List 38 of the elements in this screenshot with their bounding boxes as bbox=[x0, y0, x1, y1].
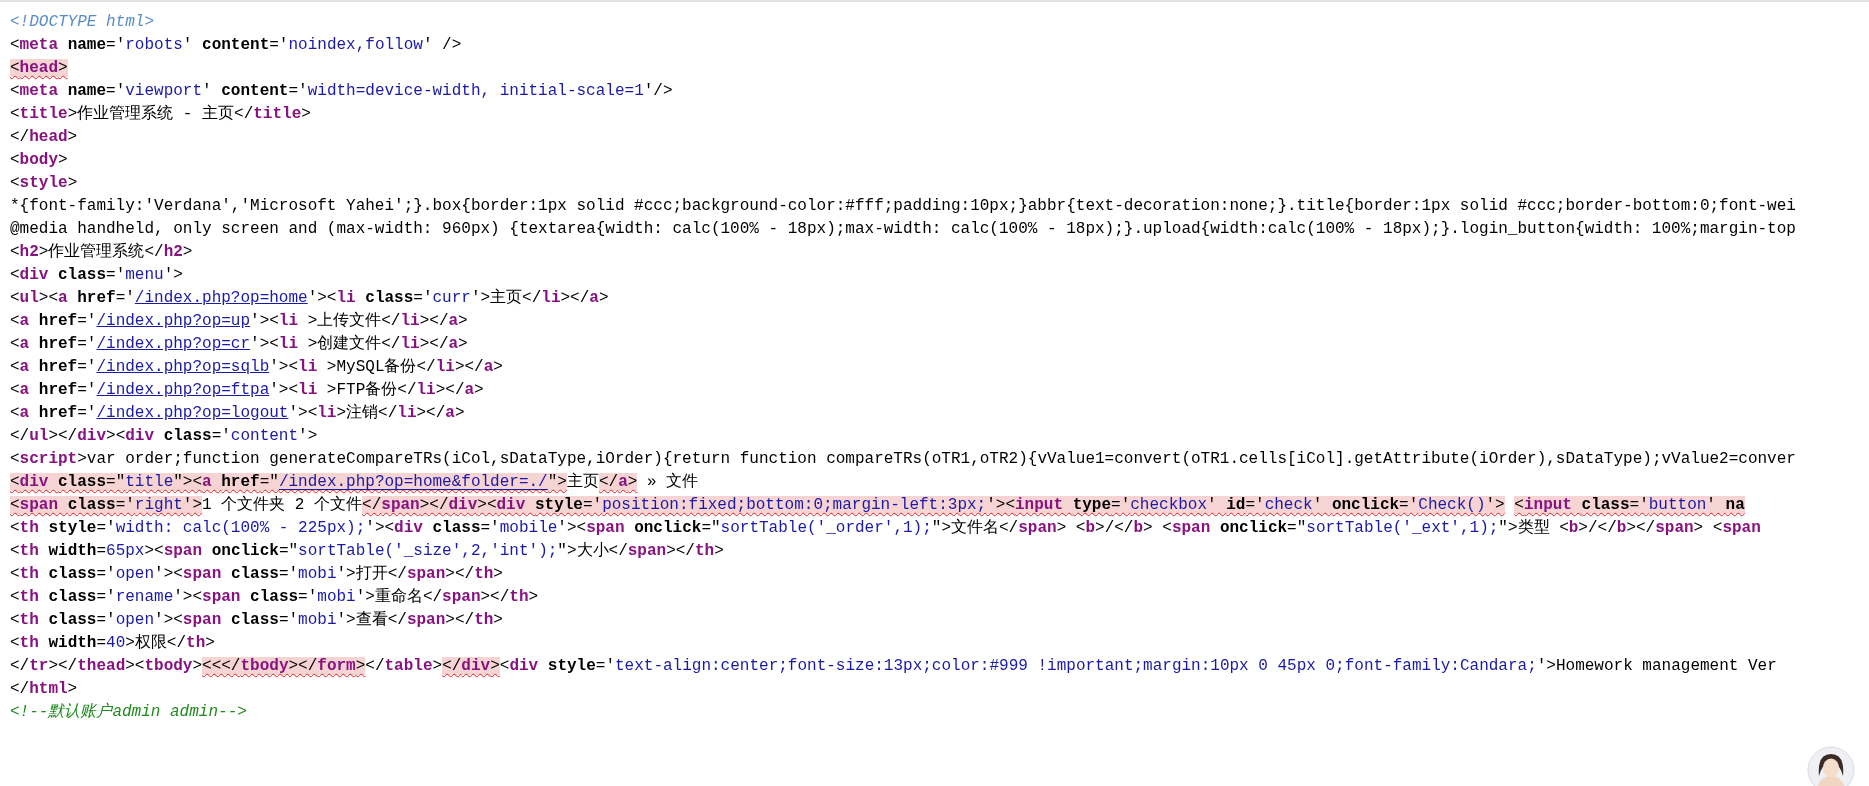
source-line: <meta name='viewport' content='width=device-width, initial-scale=1'/> bbox=[10, 81, 673, 102]
source-line: <th width=65px><span onclick="sortTable('_size',2,'int');">大小</span></th> bbox=[10, 541, 724, 562]
source-link[interactable]: /index.php?op=up bbox=[96, 312, 251, 330]
source-line: <body> bbox=[10, 150, 68, 171]
source-line: </head> bbox=[10, 127, 78, 148]
source-line: <!DOCTYPE html> bbox=[10, 12, 155, 33]
source-line: <th class='open'><span class='mobi'>查看</span></th> bbox=[10, 610, 503, 631]
source-line: </ul></div><div class='content'> bbox=[10, 426, 318, 447]
source-link[interactable]: /index.php?op=logout bbox=[96, 404, 289, 422]
source-line: <div class='menu'> bbox=[10, 265, 183, 286]
source-line: <title>作业管理系统 - 主页</title> bbox=[10, 103, 311, 125]
source-line: </html> bbox=[10, 679, 78, 700]
source-line: @media handheld, only screen and (max-width: 960px) {textarea{width: calc(100% - 18px);max-width: calc(100% - 18px);}.upload{width:calc(100% - 18px);}.login_button{width: 100%;margin-top bbox=[10, 219, 1796, 240]
source-line: </tr></thead><tbody><<</tbody></form></table></div><div style='text-align:center;font-size:13px;color:#999 !important;margin:10px 0 45px 0;font-family:Candara;'>Homework management Ver bbox=[10, 656, 1777, 677]
source-line: <a href='/index.php?op=sqlb'><li >MySQL备份</li></a> bbox=[10, 357, 503, 378]
source-line: <span class='right'>1 个文件夹 2 个文件</span></div><div style='position:fixed;bottom:0;margin-left:3px;'><input type='checkbox' id='check' onclick='Check()'> <input class='button' na bbox=[10, 494, 1745, 516]
source-line: <th class='rename'><span class='mobi'>重命名</span></th> bbox=[10, 587, 539, 608]
source-line: <a href='/index.php?op=ftpa'><li >FTP备份</li></a> bbox=[10, 380, 484, 401]
source-link[interactable]: /index.php?op=sqlb bbox=[96, 358, 270, 376]
source-line: <th width=40>权限</th> bbox=[10, 633, 215, 654]
avatar-icon[interactable] bbox=[1807, 746, 1855, 786]
source-line: <th class='open'><span class='mobi'>打开</span></th> bbox=[10, 564, 503, 585]
source-line: <h2>作业管理系统</h2> bbox=[10, 241, 193, 263]
source-line: <script>var order;function generateCompareTRs(iCol,sDataType,iOrder){return function compareTRs(oTR1,oTR2){vValue1=convert(oTR1.cells[iCol].getAttribute(iOrder),sDataType);vValue2=conver bbox=[10, 449, 1796, 470]
source-link[interactable]: /index.php?op=ftpa bbox=[96, 381, 270, 399]
source-line: <!--默认账户admin admin--> bbox=[10, 701, 247, 723]
source-link[interactable]: /index.php?op=cr bbox=[96, 335, 251, 353]
source-line: <a href='/index.php?op=logout'><li>注销</li></a> bbox=[10, 402, 465, 424]
source-link[interactable]: /index.php?op=home bbox=[134, 289, 308, 307]
source-link[interactable]: /index.php?op=home&folder=./ bbox=[278, 473, 548, 491]
source-line: <a href='/index.php?op=up'><li >上传文件</li></a> bbox=[10, 310, 468, 332]
source-line: *{font-family:'Verdana','Microsoft Yahei';}.box{border:1px solid #ccc;background-color:#fff;padding:10px;}abbr{text-decoration:none;}.title{border:1px solid #ccc;border-bottom:0;font-wei bbox=[10, 196, 1796, 217]
source-line: <style> bbox=[10, 173, 78, 194]
source-line: <div class="title"><a href="/index.php?op=home&folder=./">主页</a> » 文件 bbox=[10, 471, 699, 493]
source-line: <meta name='robots' content='noindex,follow' /> bbox=[10, 35, 462, 56]
source-line: <a href='/index.php?op=cr'><li >创建文件</li></a> bbox=[10, 333, 468, 355]
source-line: <ul><a href='/index.php?op=home'><li class='curr'>主页</li></a> bbox=[10, 287, 609, 309]
source-line: <th style='width: calc(100% - 225px);'><div class='mobile'><span onclick="sortTable('_order',1);">文件名</span> <b>/</b> <span onclick="sortTable('_ext',1);">类型 <b>/</b></span> <span bbox=[10, 517, 1761, 539]
